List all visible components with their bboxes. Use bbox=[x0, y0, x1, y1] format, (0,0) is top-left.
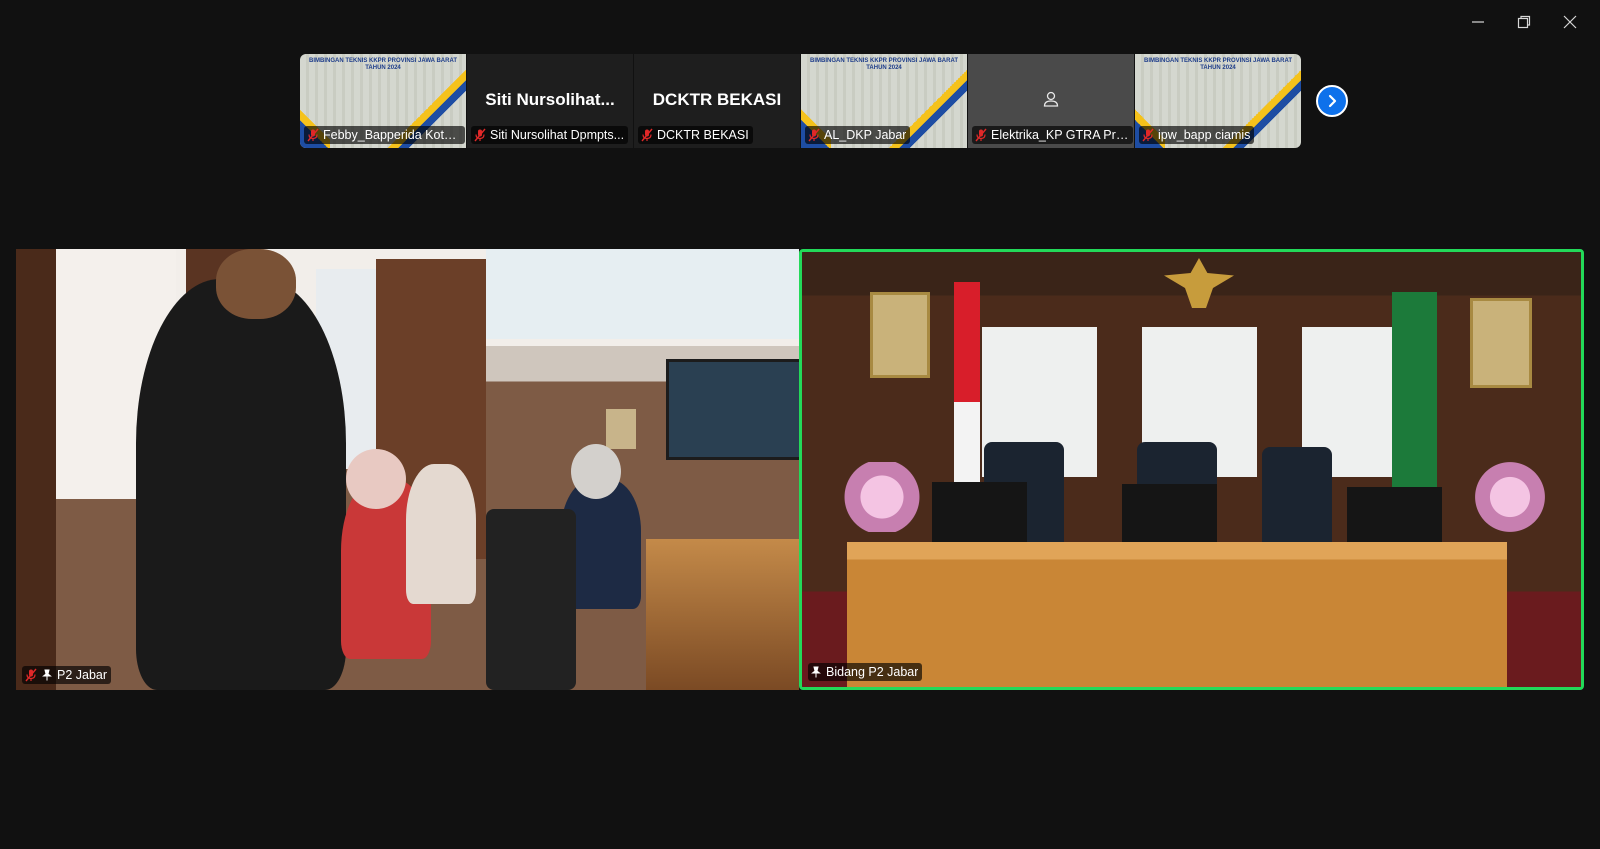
pin-icon bbox=[42, 669, 52, 681]
window-controls bbox=[1458, 8, 1590, 36]
restore-button[interactable] bbox=[1504, 8, 1544, 36]
participant-name-label: ipw_bapp ciamis bbox=[1139, 126, 1255, 144]
participant-thumbnail[interactable]: BIMBINGAN TEKNIS KKPR PROVINSI JAWA BARA… bbox=[801, 54, 967, 148]
video-feed-image bbox=[16, 249, 799, 690]
participant-display-name: Siti Nursolihat... bbox=[485, 90, 615, 109]
video-tile-bidang-p2-jabar[interactable]: Bidang P2 Jabar bbox=[799, 249, 1584, 690]
video-tile-p2-jabar[interactable]: P2 Jabar bbox=[16, 249, 799, 690]
participant-thumbnail[interactable]: Siti Nursolihat... Siti Nursolihat Dpmpt… bbox=[467, 54, 633, 148]
pin-icon bbox=[811, 666, 821, 678]
shared-slide-title: BIMBINGAN TEKNIS KKPR PROVINSI JAWA BARA… bbox=[308, 58, 457, 71]
mic-off-icon bbox=[641, 128, 653, 142]
user-silhouette-icon bbox=[1043, 91, 1059, 107]
mic-off-icon bbox=[975, 128, 987, 142]
close-button[interactable] bbox=[1550, 8, 1590, 36]
minimize-button[interactable] bbox=[1458, 8, 1498, 36]
minimize-icon bbox=[1472, 21, 1484, 23]
participant-name-label: P2 Jabar bbox=[22, 666, 112, 684]
shared-slide-title: BIMBINGAN TEKNIS KKPR PROVINSI JAWA BARA… bbox=[809, 58, 958, 71]
next-page-button[interactable] bbox=[1316, 85, 1348, 117]
mic-off-icon bbox=[307, 128, 319, 142]
chevron-right-icon bbox=[1328, 94, 1337, 108]
mic-off-icon bbox=[25, 668, 37, 682]
participant-thumbnail[interactable]: DCKTR BEKASI DCKTR BEKASI bbox=[634, 54, 800, 148]
mic-off-icon bbox=[1142, 128, 1154, 142]
participant-name-label: DCKTR BEKASI bbox=[638, 126, 753, 144]
close-icon bbox=[1563, 15, 1577, 29]
participant-display-name: DCKTR BEKASI bbox=[652, 90, 782, 109]
mic-off-icon bbox=[808, 128, 820, 142]
participant-thumbnail[interactable]: BIMBINGAN TEKNIS KKPR PROVINSI JAWA BARA… bbox=[300, 54, 466, 148]
video-feed-image bbox=[802, 252, 1581, 687]
restore-icon bbox=[1517, 15, 1531, 29]
participant-thumbnail[interactable]: Elektrika_KP GTRA Pro... bbox=[968, 54, 1134, 148]
participant-name-label: AL_DKP Jabar bbox=[805, 126, 911, 144]
participant-thumbnail[interactable]: BIMBINGAN TEKNIS KKPR PROVINSI JAWA BARA… bbox=[1135, 54, 1301, 148]
participant-name-label: Bidang P2 Jabar bbox=[808, 663, 923, 681]
participant-thumbnail-strip: BIMBINGAN TEKNIS KKPR PROVINSI JAWA BARA… bbox=[300, 54, 1302, 148]
participant-name-label: Febby_Bapperida Kota ... bbox=[304, 126, 465, 144]
participant-name-label: Siti Nursolihat Dpmpts... bbox=[471, 126, 629, 144]
shared-slide-title: BIMBINGAN TEKNIS KKPR PROVINSI JAWA BARA… bbox=[1143, 58, 1292, 71]
participant-name-label: Elektrika_KP GTRA Pro... bbox=[972, 126, 1133, 144]
mic-off-icon bbox=[474, 128, 486, 142]
